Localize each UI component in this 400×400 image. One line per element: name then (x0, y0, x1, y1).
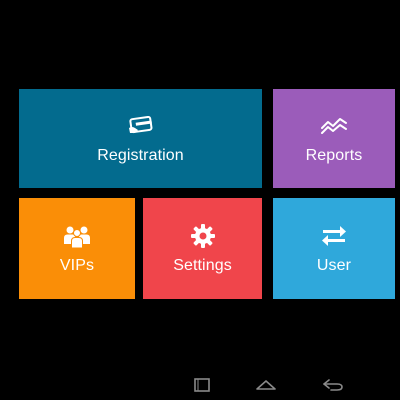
app-screen: Registration Reports VIPs Settings User (0, 0, 400, 400)
reports-label: Reports (305, 146, 363, 164)
settings-tile[interactable]: Settings (143, 198, 262, 299)
trend-chart-icon (320, 113, 348, 139)
registration-label: Registration (97, 146, 184, 164)
reports-tile[interactable]: Reports (273, 89, 395, 188)
user-tile[interactable]: User (273, 198, 395, 299)
registration-tile[interactable]: Registration (19, 89, 262, 188)
card-swipe-icon (127, 113, 155, 139)
people-group-icon (63, 223, 91, 249)
user-label: User (316, 256, 352, 274)
swap-arrows-icon (320, 223, 348, 249)
recents-icon[interactable] (190, 377, 214, 393)
vips-tile[interactable]: VIPs (19, 198, 135, 299)
navigation-bar (0, 370, 400, 400)
home-icon[interactable] (254, 377, 278, 393)
vips-label: VIPs (59, 256, 95, 274)
settings-label: Settings (173, 256, 232, 274)
gear-icon (190, 223, 216, 249)
back-icon[interactable] (321, 377, 345, 393)
